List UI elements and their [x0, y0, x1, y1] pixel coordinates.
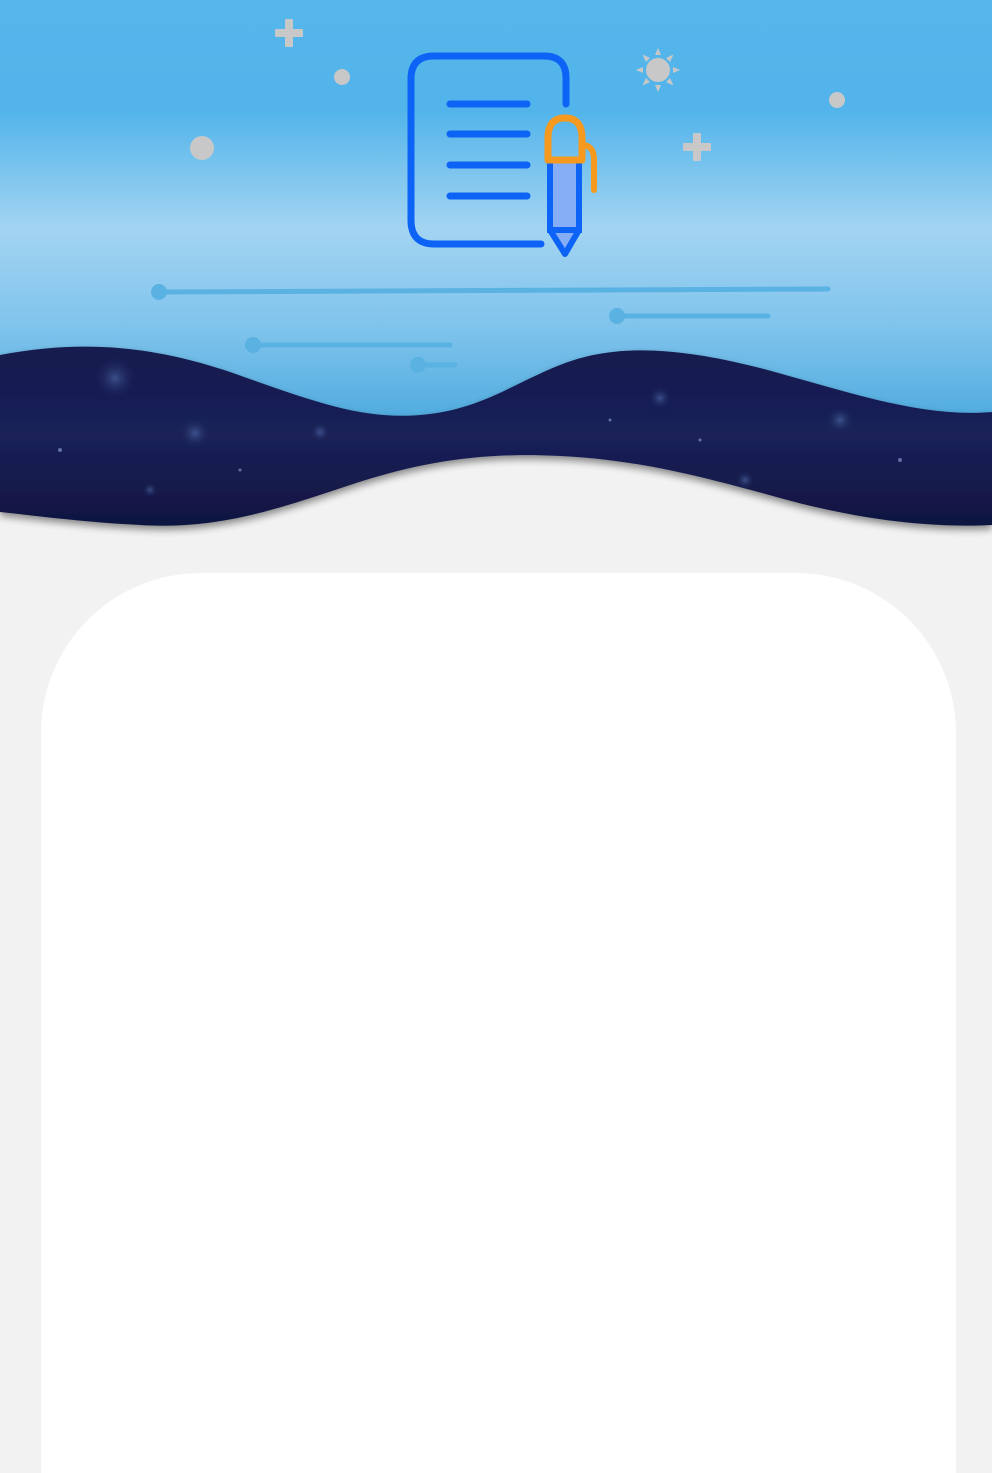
- dot-icon: [334, 69, 350, 85]
- dot-icon: [190, 136, 214, 160]
- dot-icon: [829, 92, 845, 108]
- sun-icon: [636, 48, 680, 92]
- content-card: [41, 573, 956, 1473]
- header-illustration: [0, 0, 992, 526]
